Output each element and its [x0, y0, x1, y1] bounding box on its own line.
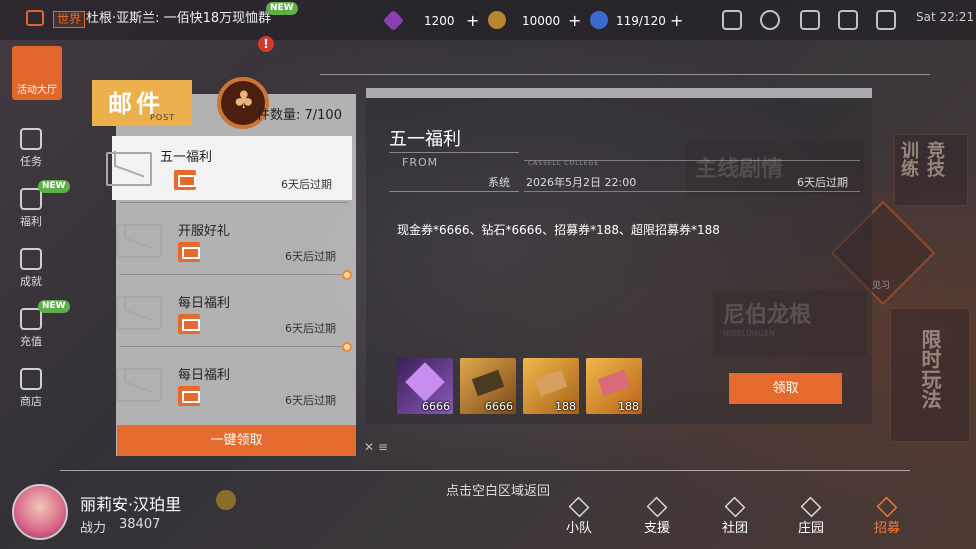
envelope-icon: [106, 152, 152, 186]
club-icon: [724, 496, 746, 518]
envelope-icon: [116, 224, 162, 258]
gift-icon: [178, 386, 200, 406]
detail-title: 五一福利: [389, 129, 461, 150]
mail-item-title: 开服好礼: [178, 224, 231, 239]
detail-expire: 6天后过期: [797, 176, 848, 189]
world-chat-message[interactable]: 杜根·亚斯兰: 一佰快18万现恤群: [86, 11, 276, 27]
unread-dot-icon: [342, 342, 352, 352]
tap-to-return-hint: 点击空白区域返回: [446, 484, 551, 499]
add-coin-button[interactable]: +: [568, 12, 581, 30]
reward-qty: 188: [618, 400, 639, 413]
sidebar-item-event-hall[interactable]: 活动大厅: [12, 46, 62, 100]
achievement-icon: [20, 248, 42, 270]
reward-super-recruit-ticket[interactable]: 188: [586, 358, 642, 414]
reward-qty: 6666: [422, 400, 450, 413]
player-avatar[interactable]: [12, 484, 68, 540]
recruit-icon: [876, 496, 898, 518]
mail-item[interactable]: 开服好礼 6天后过期: [116, 202, 356, 272]
welfare-icon: [20, 188, 42, 210]
mail-item-selected[interactable]: 五一福利 6天后过期: [106, 136, 352, 200]
mail-item[interactable]: 每日福利 6天后过期: [116, 270, 356, 344]
nav-club[interactable]: 社团: [710, 496, 760, 536]
sidebar-item-recharge[interactable]: 充值: [8, 308, 54, 349]
shop-icon: [20, 368, 42, 390]
coin-icon: [488, 11, 506, 29]
welfare-new-badge: NEW: [38, 180, 70, 193]
mail-count: 件数量: 7/100: [257, 108, 342, 123]
mail-subtitle: POST: [150, 113, 176, 122]
stamina-icon: [590, 11, 608, 29]
sidebar-item-task[interactable]: 任务: [8, 128, 54, 169]
add-stamina-button[interactable]: +: [670, 12, 683, 30]
send-date: 2026年5月2日 22:00: [526, 176, 637, 189]
detail-header-strip: [366, 88, 872, 98]
recharge-icon: [20, 308, 42, 330]
nav-support[interactable]: 支援: [632, 496, 682, 536]
reward-qty: 6666: [485, 400, 513, 413]
mail-item-title: 五一福利: [160, 150, 213, 165]
task-icon: [20, 128, 42, 150]
power-value: 38407: [119, 517, 161, 532]
settings-icon[interactable]: [876, 10, 896, 30]
nav-manor[interactable]: 庄园: [786, 496, 836, 536]
mail-item-title: 每日福利: [178, 296, 231, 311]
mail-item-expire: 6天后过期: [285, 250, 336, 263]
gift-icon: [174, 170, 196, 190]
recruit-ticket-icon: [534, 369, 568, 397]
from-label: FROM: [402, 156, 439, 169]
diamond-count: 1200: [424, 14, 455, 28]
reward-recruit-ticket[interactable]: 188: [523, 358, 579, 414]
unread-dot-icon: [342, 270, 352, 280]
rank-icon: [216, 490, 236, 510]
player-name: 丽莉安·汉珀里: [80, 495, 182, 514]
gift-icon: [178, 314, 200, 334]
mail-icon[interactable]: [838, 10, 858, 30]
claim-all-button[interactable]: 一键领取: [117, 425, 356, 456]
nav-recruit[interactable]: 招募: [862, 496, 912, 536]
add-diamond-button[interactable]: +: [466, 12, 479, 30]
mail-item-expire: 6天后过期: [285, 322, 336, 335]
recharge-new-badge: NEW: [38, 300, 70, 313]
mail-item[interactable]: 每日福利 6天后过期: [116, 342, 356, 416]
support-icon: [646, 496, 668, 518]
school-label: CASSELL COLLEGE: [528, 160, 600, 167]
cash-voucher-icon: [471, 369, 505, 397]
gift-icon: [178, 242, 200, 262]
chat-new-badge: NEW: [266, 2, 298, 15]
nav-squad[interactable]: 小队: [554, 496, 604, 536]
mail-item-title: 每日福利: [178, 368, 231, 383]
mail-item-expire: 6天后过期: [281, 178, 332, 191]
squad-icon: [568, 496, 590, 518]
super-recruit-ticket-icon: [597, 369, 631, 397]
envelope-icon: [116, 296, 162, 330]
divider-line: [320, 74, 930, 75]
sender: 系统: [488, 176, 510, 189]
divider-line: [60, 470, 910, 471]
diamond-icon: [405, 362, 445, 402]
manor-icon: [800, 496, 822, 518]
mail-content: 现金券*6666、钻石*6666、招募券*188、超限招募券*188: [397, 223, 720, 237]
calendar-icon[interactable]: [722, 10, 742, 30]
mail-item-expire: 6天后过期: [285, 394, 336, 407]
sidebar-item-achievement[interactable]: 成就: [8, 248, 54, 289]
reward-cash-voucher[interactable]: 6666: [460, 358, 516, 414]
chat-icon[interactable]: [26, 10, 44, 26]
sidebar-item-shop[interactable]: 商店: [8, 368, 54, 409]
envelope-icon: [116, 368, 162, 402]
stamina-count: 119/120: [616, 14, 666, 28]
trophy-icon[interactable]: [800, 10, 820, 30]
reward-qty: 188: [555, 400, 576, 413]
close-icon[interactable]: ✕ ≡: [364, 440, 388, 454]
sidebar-item-welfare[interactable]: 福利: [8, 188, 54, 229]
coin-count: 10000: [522, 14, 561, 28]
claim-button[interactable]: 领取: [729, 373, 842, 404]
profile-icon[interactable]: [760, 10, 780, 30]
alert-icon: !: [258, 36, 274, 52]
reward-diamond[interactable]: 6666: [397, 358, 453, 414]
power-label: 战力: [80, 521, 107, 536]
clock: Sat 22:21: [916, 10, 975, 24]
world-channel-tag: 世界: [53, 11, 86, 28]
